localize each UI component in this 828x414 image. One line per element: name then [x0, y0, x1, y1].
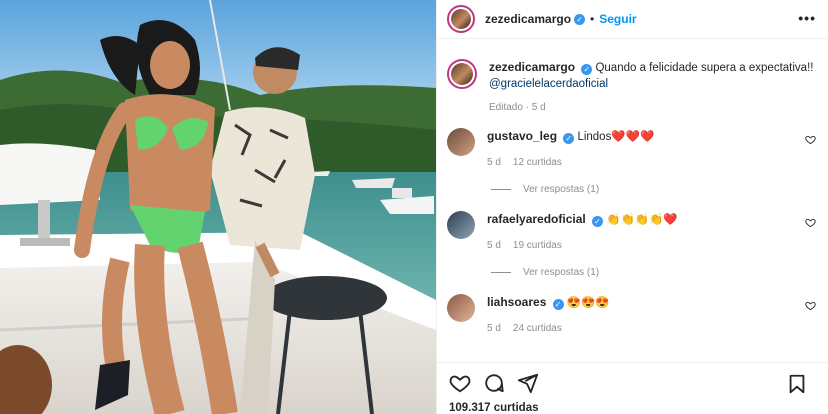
action-bar	[437, 362, 828, 402]
caption-mention[interactable]: @gracielelacerdaoficial	[489, 78, 608, 90]
follow-button[interactable]: Seguir	[599, 12, 636, 26]
caption-text: Quando a felicidade supera a expectativa…	[595, 62, 814, 74]
caption-edited: Editado · 5 d	[489, 102, 546, 113]
comment-username[interactable]: liahsoares	[487, 295, 546, 309]
verified-badge-icon: ✓	[552, 299, 564, 310]
post-header: zezedicamargo ✓ • Seguir •••	[437, 0, 828, 39]
view-replies-label[interactable]: Ver respostas (1)	[523, 184, 599, 195]
comment-text: 👏👏👏👏❤️	[606, 214, 678, 226]
comment-username[interactable]: rafaelyaredoficial	[487, 212, 586, 226]
bookmark-icon[interactable]	[786, 373, 808, 395]
commenter-avatar[interactable]	[447, 128, 475, 156]
comment-username[interactable]: gustavo_leg	[487, 129, 557, 143]
verified-badge-icon: ✓	[563, 133, 575, 144]
verified-badge-icon: ✓	[591, 216, 603, 227]
comment-likes[interactable]: 24 curtidas	[513, 323, 562, 334]
view-replies[interactable]: Ver respostas (1)	[437, 267, 828, 278]
heart-icon[interactable]	[805, 134, 816, 145]
view-replies-label[interactable]: Ver respostas (1)	[523, 267, 599, 278]
comment-item: gustavo_leg ✓ Lindos❤️❤️❤️ 5 d 12 curtida…	[437, 128, 828, 168]
commenter-avatar[interactable]	[447, 294, 475, 322]
comment-likes[interactable]: 19 curtidas	[513, 240, 562, 251]
likes-count[interactable]: 109.317 curtidas	[449, 402, 539, 414]
separator-dot: •	[590, 12, 595, 26]
caption-avatar[interactable]	[447, 59, 477, 89]
heart-icon[interactable]	[449, 372, 471, 394]
verified-badge-icon: ✓	[574, 13, 586, 25]
caption-username[interactable]: zezedicamargo	[489, 60, 575, 74]
commenter-avatar[interactable]	[447, 211, 475, 239]
author-avatar[interactable]	[447, 5, 475, 33]
view-replies[interactable]: Ver respostas (1)	[437, 184, 828, 195]
comment-time: 5 d	[487, 157, 501, 168]
post-photo[interactable]	[0, 0, 436, 414]
share-icon[interactable]	[517, 372, 539, 394]
verified-badge-icon: ✓	[581, 64, 593, 75]
comment-item: liahsoares ✓ 😍😍😍 5 d 24 curtidas	[437, 294, 828, 334]
comment-likes[interactable]: 12 curtidas	[513, 157, 562, 168]
comment-time: 5 d	[487, 240, 501, 251]
post-caption: zezedicamargo ✓ Quando a felicidade supe…	[437, 39, 828, 116]
post-image	[0, 0, 436, 414]
more-options-icon[interactable]: •••	[798, 10, 816, 26]
comment-text: Lindos❤️❤️❤️	[577, 131, 655, 143]
comment-item: rafaelyaredoficial ✓ 👏👏👏👏❤️ 5 d 19 curtid…	[437, 211, 828, 251]
comment-time: 5 d	[487, 323, 501, 334]
comment-text: 😍😍😍	[566, 297, 610, 309]
comment-icon[interactable]	[483, 372, 505, 394]
heart-icon[interactable]	[805, 217, 816, 228]
post-panel: zezedicamargo ✓ • Seguir ••• zezedicamar…	[436, 0, 828, 414]
heart-icon[interactable]	[805, 300, 816, 311]
author-username[interactable]: zezedicamargo	[485, 12, 571, 26]
